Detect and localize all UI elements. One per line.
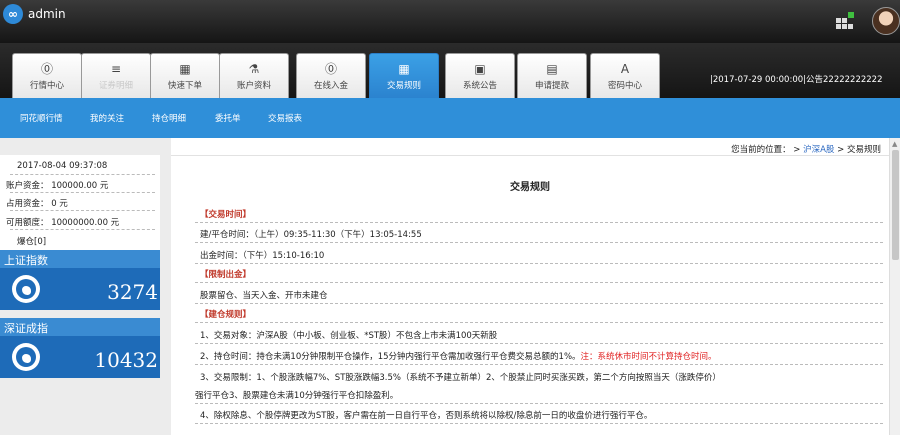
section-heading: 【交易时间】 bbox=[200, 210, 252, 220]
breadcrumb-sep: > bbox=[790, 145, 804, 155]
divider bbox=[10, 229, 155, 230]
divider bbox=[195, 222, 883, 223]
divider bbox=[195, 403, 883, 404]
header-notice: |2017-07-29 00:00:00|公告22222222222 bbox=[710, 75, 883, 85]
account-panel: 2017-08-04 09:37:08 账户资金： 100000.00 元 占用… bbox=[0, 155, 160, 250]
scrollbar[interactable]: ▲ bbox=[889, 138, 900, 435]
tab-withdraw[interactable]: ▤ 申请提款 bbox=[517, 53, 587, 98]
chart-icon: ▦ bbox=[179, 62, 191, 76]
divider bbox=[195, 364, 883, 365]
globe-icon bbox=[12, 343, 40, 371]
globe-icon bbox=[12, 275, 40, 303]
breadcrumb-prefix: 您当前的位置： bbox=[731, 145, 791, 155]
rule-line: 2、持仓时间：持仓未满10分钟限制平仓操作，15分钟内强行平仓需加收强行平仓费交… bbox=[200, 350, 717, 362]
avatar[interactable] bbox=[872, 7, 900, 35]
section-heading: 【限制出金】 bbox=[200, 270, 252, 280]
main-nav: ⓪ 行情中心 ≡ 证券明细 ▦ 快速下单 ⚗ 账户资料 ⓪ 在线入金 ▦ 交易规… bbox=[0, 43, 900, 98]
tab-label: 在线入金 bbox=[313, 81, 348, 91]
page-title: 交易规则 bbox=[510, 182, 550, 193]
rule-line: 股票留仓、当天入金、开市未建仓 bbox=[200, 291, 328, 301]
font-icon: A bbox=[620, 62, 630, 76]
logo-icon: ∞ bbox=[3, 4, 23, 24]
section-heading: 【建仓规则】 bbox=[200, 310, 252, 320]
calendar-icon: ▤ bbox=[546, 62, 558, 76]
index-name: 上证指数 bbox=[4, 254, 48, 267]
tab-label: 行情中心 bbox=[29, 81, 64, 91]
rule-line: 3、交易限制：1、个股涨跌幅7%、ST股涨跌幅3.5%（系统不予建立新单）2、个… bbox=[200, 373, 721, 383]
rule-line: 1、交易对象：沪深A股（中小板、创业板、*ST股）不包含上市未满100天新股 bbox=[200, 331, 498, 341]
account-balance: 账户资金： 100000.00 元 bbox=[6, 181, 109, 191]
tab-label: 申请提款 bbox=[534, 81, 569, 91]
breadcrumb-link-a-shares[interactable]: 沪深A股 bbox=[803, 145, 834, 155]
index-value: 3274 bbox=[107, 280, 158, 304]
index-value: 10432 bbox=[94, 348, 158, 372]
breadcrumb: 您当前的位置： > 沪深A股 > 交易规则 bbox=[171, 138, 889, 156]
available-quota: 可用额度： 10000000.00 元 bbox=[6, 218, 120, 228]
rule-line: 强行平仓3、股票建仓未满10分钟强行平仓扣除盈利。 bbox=[195, 391, 399, 401]
tab-market-center[interactable]: ⓪ 行情中心 bbox=[12, 53, 82, 98]
divider bbox=[195, 322, 883, 323]
top-bar: ∞ admin bbox=[0, 0, 900, 43]
liquidation-count: 爆仓[0] bbox=[17, 237, 47, 247]
subnav-reports[interactable]: 交易报表 bbox=[268, 112, 302, 124]
scroll-thumb[interactable] bbox=[892, 150, 899, 260]
tachometer-icon: ⓪ bbox=[40, 62, 53, 76]
rule-line: 4、除权除息、个股停牌更改为ST股，客户需在前一日自行平仓，否则系统将以除权/除… bbox=[200, 411, 653, 421]
divider bbox=[195, 303, 883, 304]
rule-note: 注：系统休市时间不计算持仓时间。 bbox=[580, 352, 717, 362]
subnav-positions[interactable]: 持仓明细 bbox=[152, 112, 186, 124]
sh-index-card[interactable]: 上证指数 3274 bbox=[0, 250, 160, 310]
grid-icon[interactable] bbox=[836, 12, 854, 30]
breadcrumb-sep: > bbox=[834, 145, 847, 155]
tab-password-center[interactable]: A 密码中心 bbox=[590, 53, 660, 98]
tab-label: 证券明细 bbox=[98, 81, 133, 91]
flask-icon: ⚗ bbox=[248, 62, 260, 76]
logo[interactable]: ∞ admin bbox=[3, 4, 66, 24]
subnav-orders[interactable]: 委托单 bbox=[215, 112, 241, 124]
divider bbox=[10, 192, 155, 193]
divider bbox=[195, 423, 883, 424]
rule-line: 建/平仓时间：（上午）09:35-11:30（下午）13:05-14:55 bbox=[200, 230, 422, 240]
rule-text: 2、持仓时间：持仓未满10分钟限制平仓操作，15分钟内强行平仓需加收强行平仓费交… bbox=[200, 352, 581, 362]
tab-quick-order[interactable]: ▦ 快速下单 bbox=[150, 53, 220, 98]
breadcrumb-current: 交易规则 bbox=[846, 145, 881, 155]
tab-label: 系统公告 bbox=[462, 81, 497, 91]
tab-online-deposit[interactable]: ⓪ 在线入金 bbox=[296, 53, 366, 98]
rule-line: 出金时间：（下午）15:10-16:10 bbox=[200, 251, 325, 261]
account-date: 2017-08-04 09:37:08 bbox=[17, 161, 108, 171]
tab-account-info[interactable]: ⚗ 账户资料 bbox=[219, 53, 289, 98]
divider bbox=[10, 174, 155, 175]
occupied-funds: 占用资金： 0 元 bbox=[6, 199, 68, 209]
index-name: 深证成指 bbox=[4, 322, 48, 335]
picture-icon: ▣ bbox=[474, 62, 486, 76]
sz-index-card[interactable]: 深证成指 10432 bbox=[0, 318, 160, 378]
scroll-up-icon[interactable]: ▲ bbox=[892, 140, 897, 148]
divider bbox=[195, 263, 883, 264]
dashboard-icon: ⓪ bbox=[324, 62, 337, 76]
tab-label: 密码中心 bbox=[607, 81, 642, 91]
tab-trading-rules[interactable]: ▦ 交易规则 bbox=[369, 53, 439, 98]
divider bbox=[195, 282, 883, 283]
table-icon: ▦ bbox=[398, 62, 410, 76]
divider bbox=[195, 343, 883, 344]
main-content: 您当前的位置： > 沪深A股 > 交易规则 交易规则 【交易时间】 建/平仓时间… bbox=[171, 138, 889, 435]
list-icon: ≡ bbox=[110, 62, 122, 76]
tab-label: 账户资料 bbox=[236, 81, 271, 91]
tab-label: 快速下单 bbox=[167, 81, 202, 91]
divider bbox=[195, 242, 883, 243]
divider bbox=[10, 210, 155, 211]
subnav-ths-quotes[interactable]: 同花顺行情 bbox=[20, 112, 63, 124]
subnav-watchlist[interactable]: 我的关注 bbox=[90, 112, 124, 124]
sub-nav: 同花顺行情 我的关注 持仓明细 委托单 交易报表 bbox=[0, 98, 900, 138]
tab-label: 交易规则 bbox=[386, 81, 421, 91]
tab-securities-detail[interactable]: ≡ 证券明细 bbox=[81, 53, 151, 98]
tab-system-notice[interactable]: ▣ 系统公告 bbox=[445, 53, 515, 98]
logo-text: admin bbox=[28, 7, 66, 21]
